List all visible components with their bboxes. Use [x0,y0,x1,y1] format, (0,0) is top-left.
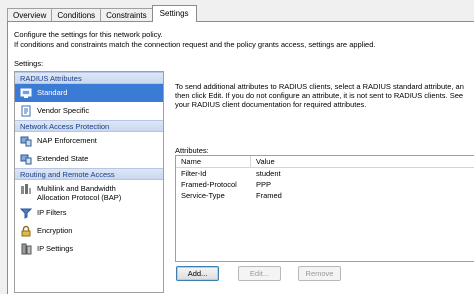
vendor-specific-icon [20,105,32,117]
tab-overview[interactable]: Overview [7,8,53,22]
nap-enforcement-icon [20,135,32,147]
category-radius-attributes: RADIUS Attributes [15,72,163,84]
tree-item-label: IP Filters [37,208,67,217]
tree-item-vendor-specific[interactable]: Vendor Specific [15,102,163,120]
attribute-name: Framed-Protocol [181,180,237,189]
category-network-access-protection: Network Access Protection [15,120,163,132]
tree-item-nap-enforcement[interactable]: NAP Enforcement [15,132,163,150]
tree-item-label: Vendor Specific [37,106,90,115]
tree-item-encryption[interactable]: Encryption [15,222,163,240]
tree-item-label: NAP Enforcement [37,136,97,145]
add-button[interactable]: Add... [176,266,219,281]
attribute-value: PPP [256,180,272,189]
tree-item-ip-filters[interactable]: IP Filters [15,204,163,222]
table-row[interactable]: Filter-Id student [176,168,474,179]
tab-strip: Overview Conditions Constraints Settings [7,5,197,22]
tab-constraints[interactable]: Constraints [100,8,153,22]
multilink-icon [20,183,32,195]
attribute-value: Framed [256,191,282,200]
ip-filters-icon [20,207,32,219]
table-row[interactable]: Framed-Protocol PPP [176,179,474,190]
tree-item-ip-settings[interactable]: IP Settings [15,240,163,258]
settings-label: Settings: [14,59,44,68]
edit-button[interactable]: Edit... [238,266,281,281]
category-routing-remote-access: Routing and Remote Access [15,168,163,180]
description-line-1: To send additional attributes to RADIUS … [175,82,464,91]
radius-description: To send additional attributes to RADIUS … [175,82,474,109]
tree-item-standard[interactable]: Standard [15,84,163,102]
tab-settings[interactable]: Settings [151,5,197,22]
radius-standard-icon [20,87,32,99]
attribute-name: Filter-Id [181,169,207,178]
tree-item-label: Extended State [37,154,89,163]
tree-item-label: IP Settings [37,244,74,253]
table-row[interactable]: Service-Type Framed [176,190,474,201]
tab-conditions[interactable]: Conditions [51,8,102,22]
multilink-label-line-1: Multilink and Bandwidth [37,184,116,193]
column-header-name[interactable]: Name [176,156,251,167]
multilink-label-line-2: Allocation Protocol (BAP) [37,193,122,202]
attribute-name: Service-Type [181,191,225,200]
intro-text: Configure the settings for this network … [14,30,375,50]
tree-item-label: Standard [37,88,68,97]
lock-icon [20,225,32,237]
intro-line-2: If conditions and constraints match the … [14,40,376,49]
tree-item-label: Encryption [37,226,73,235]
settings-tree: RADIUS Attributes Standard Vendor Specif… [14,71,164,293]
description-line-3: your RADIUS client documentation for req… [175,100,367,109]
description-line-2: then click Edit. If you do not configure… [175,91,464,100]
tree-item-extended-state[interactable]: Extended State [15,150,163,168]
attributes-label: Attributes: [175,146,209,155]
network-policy-settings-window: Overview Conditions Constraints Settings… [0,0,474,294]
intro-line-1: Configure the settings for this network … [14,30,163,39]
tree-item-multilink-bap[interactable]: Multilink and Bandwidth Allocation Proto… [15,180,163,204]
ip-settings-icon [20,243,32,255]
attribute-value: student [256,169,281,178]
tree-item-label: Multilink and Bandwidth Allocation Proto… [37,182,121,202]
remove-button[interactable]: Remove [298,266,341,281]
extended-state-icon [20,153,32,165]
column-header-value[interactable]: Value [251,156,275,167]
attributes-header: Name Value [176,156,474,168]
attributes-list[interactable]: Name Value Filter-Id student Framed-Prot… [175,155,474,262]
